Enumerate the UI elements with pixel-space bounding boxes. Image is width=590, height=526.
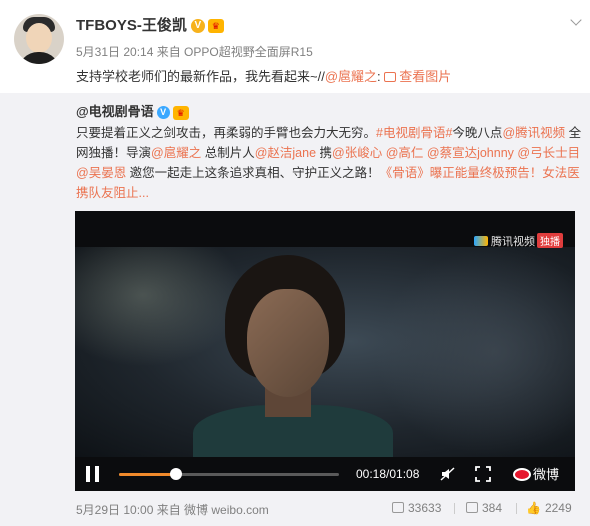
verified-v-icon: V bbox=[190, 19, 205, 34]
repost-count[interactable]: 33633 bbox=[392, 501, 441, 515]
mute-icon[interactable] bbox=[440, 466, 456, 482]
author-name[interactable]: TFBOYS-王俊凯 V ♛ bbox=[76, 14, 224, 35]
mention-link[interactable]: @吴晏恩 bbox=[76, 166, 126, 180]
repost-meta: 5月29日 10:00 来自 微博 weibo.com bbox=[76, 503, 269, 517]
like-count[interactable]: 👍 2249 bbox=[526, 501, 572, 515]
video-frame bbox=[75, 247, 575, 457]
comment-count[interactable]: 384 bbox=[466, 501, 502, 515]
avatar[interactable] bbox=[14, 14, 64, 64]
view-picture-link[interactable]: 查看图片 bbox=[384, 69, 451, 84]
mention-link[interactable]: @赵洁jane bbox=[255, 146, 316, 160]
mention-link[interactable]: @腾讯视频 bbox=[502, 126, 565, 140]
mention-link[interactable]: @弓长士目 bbox=[517, 146, 580, 160]
video-time: 00:18/01:08 bbox=[356, 467, 420, 481]
weibo-logo-icon: 微博 bbox=[513, 464, 559, 483]
picture-icon bbox=[384, 72, 397, 82]
progress-bar[interactable] bbox=[119, 468, 339, 480]
mention-link[interactable]: @高仁 bbox=[386, 146, 424, 160]
video-player[interactable]: 腾讯视频 独播 00:18/01:08 微博 bbox=[75, 211, 575, 491]
repost-icon bbox=[392, 502, 404, 513]
mention-link[interactable]: @张峻心 bbox=[332, 146, 382, 160]
repost-text: 只要提着正义之剑攻击，再柔弱的手臂也会力大无穷。#电视剧骨语#今晚八点@腾讯视频… bbox=[76, 126, 582, 200]
video-watermark: 腾讯视频 独播 bbox=[474, 233, 563, 249]
mention-link[interactable]: @扈耀之 bbox=[325, 69, 377, 84]
like-icon: 👍 bbox=[526, 501, 541, 515]
repost-card: @电视剧骨语 V ♛ 只要提着正义之剑攻击，再柔弱的手臂也会力大无穷。#电视剧骨语#… bbox=[0, 93, 590, 526]
mention-link[interactable]: @蔡宣达johnny bbox=[427, 146, 514, 160]
pause-icon[interactable] bbox=[85, 466, 101, 482]
progress-handle[interactable] bbox=[170, 468, 183, 480]
fullscreen-icon[interactable] bbox=[475, 466, 491, 482]
repost-author[interactable]: @电视剧骨语 V ♛ bbox=[76, 101, 189, 120]
comment-icon bbox=[466, 502, 478, 513]
crown-icon: ♛ bbox=[207, 19, 224, 34]
mention-link[interactable]: @扈耀之 bbox=[151, 146, 201, 160]
tencent-video-icon bbox=[474, 236, 488, 246]
video-controls: 00:18/01:08 微博 bbox=[75, 457, 575, 491]
crown-icon: ♛ bbox=[172, 105, 189, 120]
post-text: 支持学校老师们的最新作品，我先看起来~//@扈耀之: 查看图片 bbox=[76, 69, 452, 84]
hashtag-link[interactable]: #电视剧骨语# bbox=[376, 126, 452, 140]
verified-v-icon: V bbox=[156, 106, 170, 120]
post-meta: 5月31日 20:14 来自 OPPO超视野全面屏R15 bbox=[76, 45, 313, 59]
